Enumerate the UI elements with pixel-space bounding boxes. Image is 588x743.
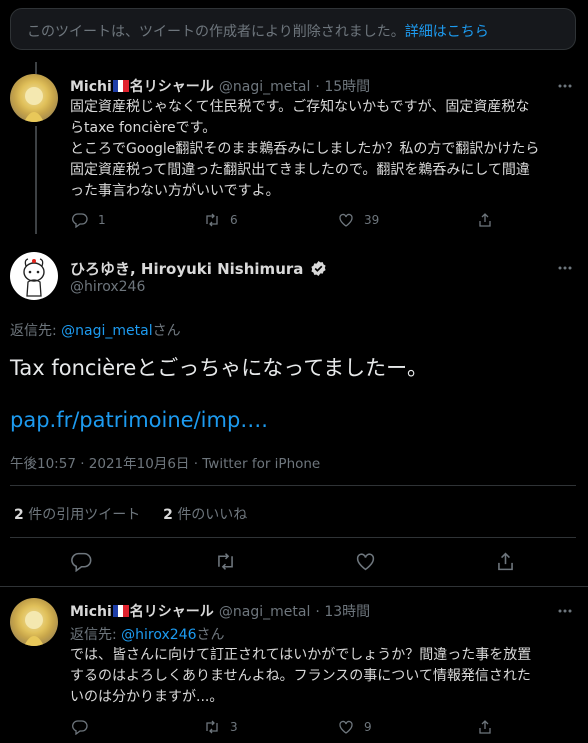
main-tweet-header: ひろゆき, Hiroyuki Nishimura: [70, 258, 327, 279]
reply-button[interactable]: 1: [72, 212, 106, 228]
display-name[interactable]: Michi 名リシャール: [70, 79, 214, 95]
reply-icon: [72, 213, 88, 228]
reply-icon: [72, 720, 88, 735]
timestamp[interactable]: · 15時間: [315, 79, 370, 95]
more-icon[interactable]: [557, 603, 573, 623]
tweet-line: ところでGoogle翻訳そのまま鵜呑みにしましたか？私の方で翻訳かけたら: [70, 141, 540, 157]
divider: [0, 586, 588, 587]
share-icon: [498, 552, 513, 571]
verified-badge-icon: [311, 260, 327, 277]
tweet-header: Michi 名リシャール @nagi_metal · 15時間: [70, 76, 370, 96]
like-count: 9: [364, 720, 372, 734]
tweet-line: らtaxe foncièreです。: [70, 120, 217, 136]
divider: [10, 537, 576, 538]
reply-button[interactable]: [71, 551, 92, 576]
tweet-line: いのは分かりますが...。: [70, 689, 224, 705]
share-button[interactable]: [477, 212, 493, 228]
main-tweet-text: Tax foncièreとごっちゃになってましたー。: [10, 356, 428, 380]
retweet-icon: [206, 213, 218, 227]
details-link[interactable]: 詳細はこちら: [405, 24, 489, 40]
display-name[interactable]: Michi 名リシャール: [70, 604, 214, 620]
retweet-icon: [206, 720, 218, 734]
reply-to: 返信先: @nagi_metalさん: [10, 320, 181, 340]
likes-stat[interactable]: 2 件のいいね: [163, 507, 247, 523]
reply-icon: [71, 552, 92, 573]
retweet-button[interactable]: [215, 551, 236, 576]
tweet-body: では、皆さんに向けて訂正されてはいかがでしょうか？間違った事を放置 するのはよろ…: [70, 645, 580, 708]
tweet-client[interactable]: Twitter for iPhone: [202, 456, 320, 472]
tweet-line: った事言わない方がいいですよ。: [70, 183, 280, 199]
reply-to-handle[interactable]: @hirox246: [121, 627, 196, 643]
tweet-stats: 2 件の引用ツイート 2 件のいいね: [14, 504, 247, 524]
like-icon: [356, 553, 375, 571]
retweet-button[interactable]: 6: [204, 212, 238, 228]
divider: [10, 485, 576, 486]
deleted-notice-text: このツイートは、ツイートの作成者により削除されました。: [27, 24, 405, 40]
retweet-count: 6: [230, 213, 238, 227]
reply-to-handle[interactable]: @nagi_metal: [61, 323, 152, 339]
reply-to-suffix: さん: [152, 323, 181, 339]
like-button[interactable]: 39: [338, 212, 379, 228]
display-name[interactable]: ひろゆき, Hiroyuki Nishimura: [70, 260, 303, 278]
reply-count: 1: [98, 213, 106, 227]
user-handle[interactable]: @nagi_metal: [219, 79, 310, 95]
user-handle[interactable]: @nagi_metal: [219, 604, 310, 620]
share-button[interactable]: [477, 719, 493, 735]
tweet-line: では、皆さんに向けて訂正されてはいかがでしょうか？間違った事を放置: [70, 647, 532, 663]
like-count: 39: [364, 213, 380, 227]
like-button[interactable]: [355, 551, 376, 576]
share-icon: [479, 213, 491, 227]
like-button[interactable]: 9: [338, 719, 372, 735]
france-flag-icon: [112, 605, 129, 617]
retweet-icon: [218, 553, 233, 570]
user-handle[interactable]: @hirox246: [70, 279, 145, 295]
reply-to: 返信先: @hirox246さん: [70, 624, 225, 644]
retweet-button[interactable]: 3: [204, 719, 238, 735]
main-tweet-link[interactable]: pap.fr/patrimoine/imp….: [10, 408, 268, 432]
deleted-tweet-notice: このツイートは、ツイートの作成者により削除されました。詳細はこちら: [10, 8, 576, 50]
france-flag-icon: [112, 80, 129, 92]
like-icon: [339, 213, 353, 227]
tweet-header: Michi 名リシャール @nagi_metal · 13時間: [70, 601, 370, 621]
quote-tweets-stat[interactable]: 2 件の引用ツイート: [14, 507, 140, 523]
share-icon: [479, 720, 491, 734]
avatar[interactable]: [10, 74, 58, 122]
reply-to-label: 返信先:: [10, 323, 57, 339]
tweet-line: するのはよろしくありませんよね。フランスの事について情報発信された: [70, 668, 531, 684]
retweet-count: 3: [230, 720, 238, 734]
timestamp[interactable]: · 13時間: [315, 604, 370, 620]
avatar[interactable]: [10, 252, 58, 300]
tweet-meta: 午後10:57 · 2021年10月6日 · Twitter for iPhon…: [10, 452, 320, 472]
thread-line: [35, 126, 37, 234]
tweet-line: 固定資産税じゃなくて住民税です。ご存知ないかもですが、固定資産税な: [70, 99, 530, 115]
thread-line: [35, 62, 37, 74]
tweet-datetime[interactable]: 午後10:57 · 2021年10月6日 ·: [10, 456, 202, 472]
share-button[interactable]: [495, 551, 516, 576]
reply-button[interactable]: [72, 719, 88, 735]
more-icon[interactable]: [557, 260, 573, 280]
like-icon: [339, 720, 353, 734]
more-icon[interactable]: [557, 78, 573, 98]
avatar[interactable]: [10, 598, 58, 646]
tweet-line: 固定資産税って間違った翻訳出てきましたので。翻訳を鵜呑みにして間違: [70, 162, 530, 178]
reply-to-label: 返信先:: [70, 627, 117, 643]
tweet-body: 固定資産税じゃなくて住民税です。ご存知ないかもですが、固定資産税な らtaxe …: [70, 97, 580, 202]
reply-to-suffix: さん: [196, 627, 225, 643]
